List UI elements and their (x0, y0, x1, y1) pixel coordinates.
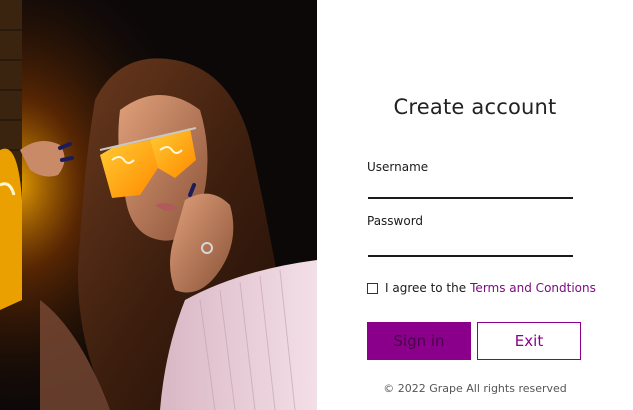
neon-portrait-illustration (0, 0, 317, 410)
terms-agreement-row: I agree to the Terms and Condtions (367, 281, 596, 295)
terms-link[interactable]: Terms and Condtions (470, 281, 596, 295)
agree-text: I agree to the (385, 281, 467, 295)
create-account-screen: Create account Username Password I agree… (0, 0, 633, 410)
page-title: Create account (393, 95, 557, 119)
password-label: Password (367, 214, 424, 228)
hero-photo (0, 0, 317, 410)
copyright-footer: © 2022 Grape All rights reserved (383, 382, 567, 395)
create-account-form: Create account Username Password I agree… (317, 0, 633, 410)
username-input[interactable] (368, 175, 573, 199)
sign-in-button[interactable]: Sign in (367, 322, 471, 360)
username-label: Username (367, 160, 429, 174)
password-input[interactable] (368, 233, 573, 257)
exit-button[interactable]: Exit (477, 322, 581, 360)
terms-checkbox[interactable] (367, 282, 378, 294)
